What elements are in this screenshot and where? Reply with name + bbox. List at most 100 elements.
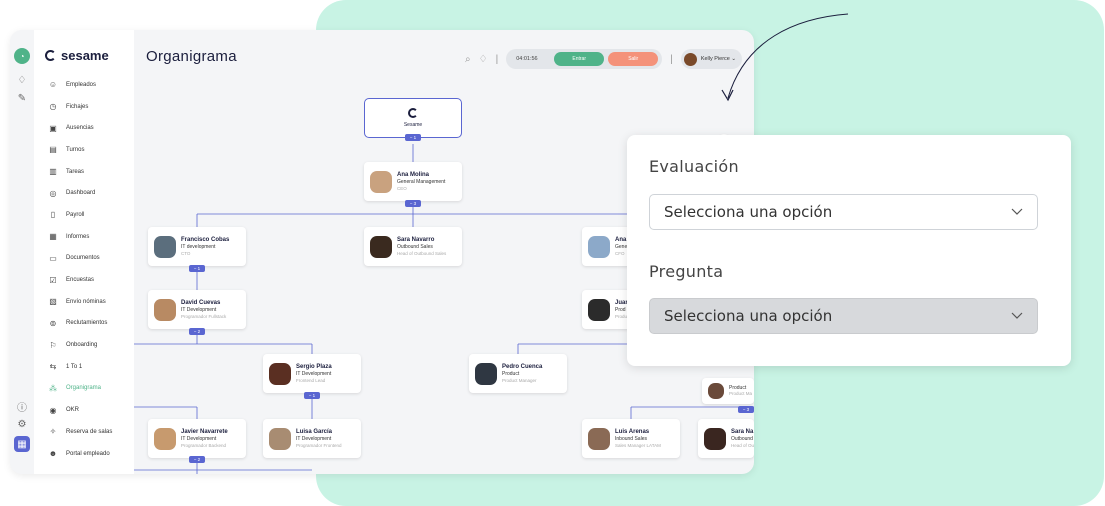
org-card-david-cuevas[interactable]: David Cuevas IT Development Programador Fu… [148, 290, 246, 329]
edit-icon[interactable]: ✎ [14, 90, 30, 106]
evaluation-select-value: Selecciona una opción [664, 203, 833, 221]
org-card-ana-molina[interactable]: Ana Molina General Management CEO [364, 162, 462, 201]
chevron-down-icon [1011, 312, 1023, 319]
employee-photo [588, 427, 610, 450]
bell-icon[interactable]: ♢ [14, 72, 30, 88]
org-card-francisco-cobas[interactable]: Francisco Cobas IT development CTO [148, 227, 246, 266]
sidebar-item-ausencias[interactable]: ▣ Ausencias [48, 117, 132, 139]
sidebar-item-env-o-n-minas[interactable]: ▧ Envío nóminas [48, 291, 132, 313]
org-card-sara-na[interactable]: Sara Na Outbound Head of Ou [698, 419, 754, 458]
avatar [683, 52, 697, 66]
sidebar-item-reserva-de-salas[interactable]: ✧ Reserva de salas [48, 421, 132, 443]
expand-count-pill[interactable]: − 1 [304, 392, 320, 399]
sidebar-item-payroll[interactable]: ▯ Payroll [48, 204, 132, 226]
sidebar-nav: ☺ Empleados ◷ Fichajes ▣ Ausencias ▤ Turnos ▥ Tar… [48, 74, 132, 464]
info-icon[interactable]: ⓘ [14, 398, 30, 414]
employee-photo [154, 298, 176, 321]
employee-role: Sales Manager LATAM [615, 442, 661, 448]
clock-out-button[interactable]: Salir [608, 52, 659, 66]
employee-name: Luisa García [296, 428, 333, 435]
callout-arrow-icon [721, 13, 849, 102]
expand-count-pill[interactable]: − 1 [189, 265, 205, 272]
employee-name: Francisco Cobas [181, 236, 230, 243]
sidebar-item-encuestas[interactable]: ☑ Encuestas [48, 269, 132, 291]
expand-count-pill[interactable]: − 3 [738, 406, 754, 413]
employee-photo [370, 235, 392, 258]
recruit-icon: ⊚ [49, 318, 57, 328]
expand-count-pill[interactable]: − 3 [405, 200, 421, 207]
sesame-ring-icon [45, 50, 56, 61]
notification-bell-icon[interactable]: ♢ [479, 54, 488, 65]
sidebar-item-portal-empleado[interactable]: ☻ Portal empleado [48, 443, 132, 465]
search-icon[interactable]: ⌕ [465, 54, 471, 65]
expand-count-pill[interactable]: − 1 [405, 134, 421, 141]
sidebar-item-organigrama[interactable]: ⁂ Organigrama [48, 378, 132, 400]
employee-role: Programador Fullstack [181, 313, 227, 319]
employee-photo [708, 383, 724, 399]
sidebar-item-1-to-1[interactable]: ⇆ 1 To 1 [48, 356, 132, 378]
chevron-down-icon [1011, 208, 1023, 215]
employee-role: Product Ma [729, 391, 753, 397]
sidebar-item-tareas[interactable]: ▥ Tareas [48, 161, 132, 183]
sidebar: sesame ☺ Empleados ◷ Fichajes ▣ Ausencias ▤ Tur… [34, 30, 134, 474]
sidebar-item-label: OKR [66, 407, 80, 414]
calendar-icon: ▤ [49, 145, 57, 155]
sidebar-item-informes[interactable]: ▦ Informes [48, 226, 132, 248]
employee-role: Programador Frontend [296, 442, 342, 448]
folder-icon: ▭ [49, 253, 57, 263]
org-card-sergio-plaza[interactable]: Sergio Plaza IT Development Frontend Lead [263, 354, 361, 393]
sidebar-item-label: Dashboard [66, 190, 96, 197]
settings-icon[interactable]: ⚙ [14, 416, 30, 432]
brand-logo[interactable]: sesame [45, 48, 109, 63]
sidebar-item-documentos[interactable]: ▭ Documentos [48, 248, 132, 270]
employee-photo [269, 427, 291, 450]
expand-count-pill[interactable]: − 2 [189, 328, 205, 335]
evaluation-select[interactable]: Selecciona una opción [649, 194, 1038, 230]
org-card-luisa-garcia[interactable]: Luisa García IT Development Programador Fr… [263, 419, 361, 458]
employee-name: David Cuevas [181, 299, 221, 306]
dashboard-icon: ◎ [49, 188, 57, 198]
page-title: Organigrama [146, 48, 237, 65]
target-icon: ◉ [49, 405, 57, 415]
brand-name: sesame [61, 48, 109, 63]
send-doc-icon: ▧ [49, 297, 57, 307]
sidebar-item-onboarding[interactable]: ⚐ Onboarding [48, 334, 132, 356]
org-card-product[interactable]: Product Product Ma [702, 378, 754, 404]
sidebar-item-label: Encuestas [66, 277, 95, 284]
icon-rail: ◔ ♢ ✎ ⓘ ⚙ ▦ [10, 30, 34, 474]
evaluation-label: Evaluación [649, 157, 739, 176]
sidebar-item-fichajes[interactable]: ◷ Fichajes [48, 96, 132, 118]
sidebar-item-turnos[interactable]: ▤ Turnos [48, 139, 132, 161]
sidebar-item-empleados[interactable]: ☺ Empleados [48, 74, 132, 96]
app-logo-icon[interactable]: ◔ [14, 48, 30, 64]
employee-role: Product Manager [502, 377, 537, 383]
org-card-pedro-cuenca[interactable]: Pedro Cuenca Product Product Manager [469, 354, 567, 393]
employee-role: Head of Ou [731, 442, 754, 448]
sidebar-item-label: Turnos [66, 146, 85, 153]
org-card-sara-navarro[interactable]: Sara Navarro Outbound Sales Head of Outbou… [364, 227, 462, 266]
sidebar-item-dashboard[interactable]: ◎ Dashboard [48, 182, 132, 204]
employee-role: CFO [615, 250, 625, 256]
sidebar-item-okr[interactable]: ◉ OKR [48, 399, 132, 421]
users-icon: ☺ [48, 80, 58, 90]
sidebar-item-label: Empleados [66, 81, 97, 88]
sidebar-item-label: Envío nóminas [66, 298, 106, 305]
employee-role: CEO [397, 185, 407, 191]
apps-icon[interactable]: ▦ [14, 436, 30, 452]
expand-count-pill[interactable]: − 2 [189, 456, 205, 463]
onboarding-icon: ⚐ [49, 340, 57, 350]
sidebar-item-reclutamientos[interactable]: ⊚ Reclutamientos [48, 313, 132, 335]
clock-icon: ◷ [49, 102, 57, 112]
org-card-javier-navarrete[interactable]: Javier Navarrete IT Development Programado… [148, 419, 246, 458]
org-root-card[interactable]: Sesame [364, 98, 462, 138]
employee-name: Ana [615, 236, 627, 243]
clock-in-button[interactable]: Entrar [554, 52, 605, 66]
sesame-ring-icon [408, 108, 418, 118]
employee-photo [154, 427, 176, 450]
export-filter-panel: Evaluación Selecciona una opción Pregunt… [627, 135, 1071, 366]
sidebar-item-label: Reclutamientos [66, 320, 108, 327]
question-select-value: Selecciona una opción [664, 307, 833, 325]
question-select[interactable]: Selecciona una opción [649, 298, 1038, 334]
sidebar-item-label: 1 To 1 [66, 363, 83, 370]
org-card-luis-arenas[interactable]: Luis Arenas Inbound Sales Sales Manager LA… [582, 419, 680, 458]
